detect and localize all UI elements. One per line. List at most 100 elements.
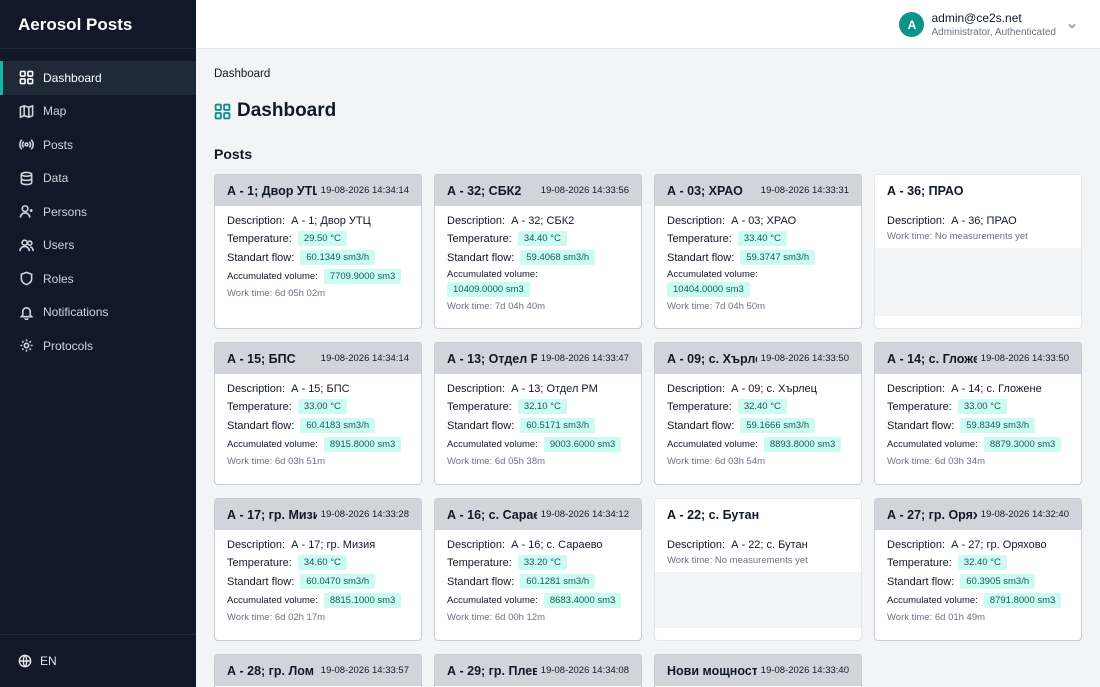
post-card[interactable]: А - 14; с. Гложене19-08-2026 14:33:50Des…: [874, 342, 1082, 485]
post-timestamp: 19-08-2026 14:33:47: [540, 353, 629, 364]
section-title: Posts: [214, 146, 253, 162]
post-card[interactable]: А - 13; Отдел РМ19-08-2026 14:33:47Descr…: [434, 342, 642, 485]
post-name: А - 29; гр. Плевен: [447, 663, 537, 678]
flow-label: Standart flow:: [887, 419, 955, 432]
flow-badge: 59.4068 sm3/h: [520, 250, 596, 265]
sidebar-item-protocols[interactable]: Protocols: [0, 329, 196, 363]
sidebar-item-notifications[interactable]: Notifications: [0, 296, 196, 330]
person-icon: [18, 204, 34, 220]
work-time-value: 6d 02h 17m: [274, 612, 326, 623]
sidebar-item-data[interactable]: Data: [0, 162, 196, 196]
post-name: А - 15; БПС: [227, 351, 296, 366]
temperature-label: Temperature:: [447, 232, 512, 245]
card-body: Description: А - 1; Двор УТЦ Temperature: 2…: [215, 206, 421, 307]
sidebar-item-persons[interactable]: Persons: [0, 195, 196, 229]
shield-icon: [18, 271, 34, 287]
sidebar-item-map[interactable]: Map: [0, 95, 196, 129]
card-header: А - 22; с. Бутан: [655, 499, 861, 530]
broadcast-icon: [18, 137, 34, 153]
description-label: Description:: [227, 539, 286, 551]
temperature-label: Temperature:: [887, 556, 952, 569]
description-label: Description:: [447, 539, 506, 551]
post-card[interactable]: А - 32; СБК2 19-08-2026 14:33:56 Descripti…: [434, 174, 642, 329]
work-time-label: Work time:: [887, 231, 933, 242]
dashboard-icon: [18, 70, 34, 86]
flow-label: Standart flow:: [447, 251, 515, 264]
volume-badge: 8915.8000 sm3: [323, 437, 402, 452]
volume-label: Accumulated volume:: [667, 269, 758, 280]
temperature-label: Temperature:: [667, 232, 732, 245]
card-body: Description: А - 36; ПРАО Work time: No me…: [875, 206, 1081, 248]
breadcrumb[interactable]: Dashboard: [214, 68, 270, 80]
post-timestamp: 19-08-2026 14:33:50: [760, 353, 849, 364]
language-switcher[interactable]: EN: [0, 634, 196, 687]
description-value: А - 32; СБК2: [511, 215, 575, 227]
app-title: Aerosol Posts: [0, 0, 196, 49]
post-card[interactable]: А - 09; с. Хърлец 19-08-2026 14:33:50 Desc…: [654, 342, 862, 485]
volume-badge: 7709.9000 sm3: [323, 269, 402, 284]
language-label: EN: [40, 654, 57, 668]
post-card[interactable]: А - 17; гр. Мизия19-08-2026 14:33:28Desc…: [214, 498, 422, 641]
temperature-label: Temperature:: [447, 556, 512, 569]
temperature-badge: 32.40 °C: [957, 555, 1007, 570]
temperature-label: Temperature:: [887, 400, 952, 413]
work-time-value: 6d 05h 38m: [494, 456, 546, 467]
card-header: А - 14; с. Гложене19-08-2026 14:33:50: [875, 343, 1081, 374]
avatar: A: [899, 12, 925, 37]
sidebar-item-roles[interactable]: Roles: [0, 262, 196, 296]
post-card[interactable]: А - 29; гр. Плевен19-08-2026 14:34:08: [434, 654, 642, 687]
work-time-label: Work time:: [887, 612, 933, 623]
post-card[interactable]: А - 28; гр. Лом 19-08-2026 14:33:57: [214, 654, 422, 687]
post-card[interactable]: А - 36; ПРАО Description: А - 36; ПРАО Work…: [874, 174, 1082, 329]
globe-icon: [18, 654, 32, 668]
users-icon: [18, 237, 34, 253]
page-title: Dashboard: [214, 100, 336, 122]
description-value: А - 1; Двор УТЦ: [291, 215, 371, 227]
description-label: Description:: [667, 383, 726, 395]
chevron-down-icon: [1066, 19, 1078, 31]
sidebar-item-dashboard[interactable]: Dashboard: [0, 61, 196, 95]
description-value: А - 36; ПРАО: [951, 215, 1017, 227]
work-time-value: 6d 03h 51m: [274, 456, 326, 467]
temperature-badge: 33.00 °C: [297, 399, 347, 414]
card-header: А - 27; гр. Оряхово19-08-2026 14:32:40: [875, 499, 1081, 530]
volume-badge: 8879.3000 sm3: [983, 437, 1062, 452]
work-time-value: No measurements yet: [934, 231, 1028, 242]
sidebar-item-users[interactable]: Users: [0, 229, 196, 263]
work-time-value: 7d 04h 40m: [494, 301, 546, 312]
description-label: Description:: [667, 215, 726, 227]
work-time-value: 6d 03h 54m: [714, 456, 766, 467]
post-timestamp: 19-08-2026 14:33:56: [540, 185, 629, 196]
card-empty-area: [875, 248, 1081, 316]
card-body: Description: А - 15; БПС Temperature: 33.00…: [215, 374, 421, 475]
work-time-label: Work time:: [227, 456, 273, 467]
card-header: А - 1; Двор УТЦ 19-08-2026 14:34:14: [215, 175, 421, 206]
post-card[interactable]: А - 16; с. Сараево19-08-2026 14:34:12Des…: [434, 498, 642, 641]
card-empty-area: [655, 572, 861, 628]
description-value: А - 16; с. Сараево: [511, 539, 603, 551]
work-time-label: Work time:: [447, 456, 493, 467]
description-value: А - 15; БПС: [291, 383, 350, 395]
post-card[interactable]: А - 15; БПС 19-08-2026 14:34:14 Descriptio…: [214, 342, 422, 485]
post-timestamp: 19-08-2026 14:34:08: [540, 665, 629, 676]
sidebar-item-posts[interactable]: Posts: [0, 128, 196, 162]
description-value: А - 13; Отдел РМ: [511, 383, 598, 395]
card-header: А - 32; СБК2 19-08-2026 14:33:56: [435, 175, 641, 206]
flow-badge: 60.4183 sm3/h: [300, 418, 376, 433]
post-card[interactable]: А - 03; ХРАО 19-08-2026 14:33:31 Descripti…: [654, 174, 862, 329]
flow-badge: 60.3905 sm3/h: [960, 574, 1036, 589]
work-time-value: No measurements yet: [714, 555, 808, 566]
temperature-badge: 29.50 °C: [297, 231, 347, 246]
user-menu[interactable]: A admin@ce2s.net Administrator, Authenti…: [899, 11, 1078, 38]
volume-label: Accumulated volume:: [227, 439, 318, 450]
post-card[interactable]: Нови мощности 19-08-2026 14:33:40: [654, 654, 862, 687]
post-timestamp: 19-08-2026 14:33:50: [980, 353, 1069, 364]
sidebar-item-label: Data: [43, 171, 69, 186]
post-timestamp: 19-08-2026 14:33:57: [320, 665, 409, 676]
description-value: А - 09; с. Хърлец: [731, 383, 817, 395]
post-card[interactable]: А - 1; Двор УТЦ 19-08-2026 14:34:14 Descri…: [214, 174, 422, 329]
post-card[interactable]: А - 22; с. Бутан Description: А - 22; с. Б…: [654, 498, 862, 641]
topbar: A admin@ce2s.net Administrator, Authenti…: [196, 0, 1100, 49]
temperature-badge: 33.00 °C: [957, 399, 1007, 414]
post-card[interactable]: А - 27; гр. Оряхово19-08-2026 14:32:40De…: [874, 498, 1082, 641]
